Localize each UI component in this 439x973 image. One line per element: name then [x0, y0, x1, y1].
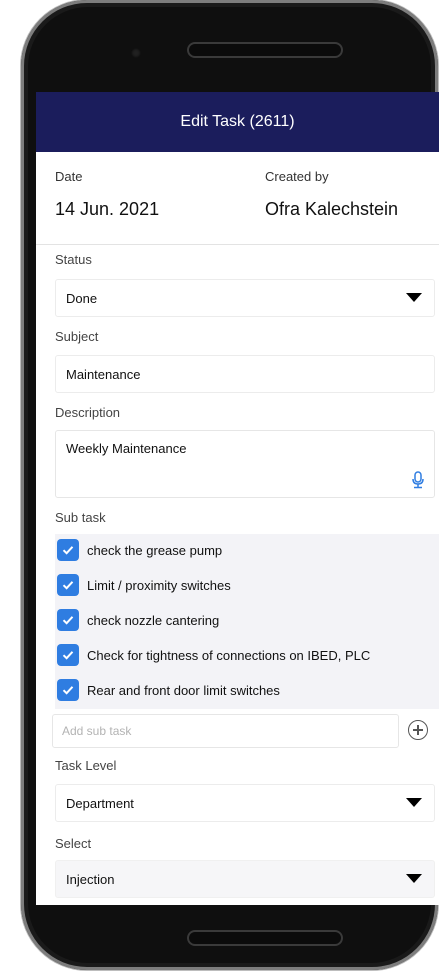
description-value: Weekly Maintenance — [66, 441, 187, 456]
date-value: 14 Jun. 2021 — [55, 199, 160, 219]
status-dropdown[interactable]: Done — [55, 279, 435, 317]
created-by-label: Created by — [265, 169, 329, 184]
caret-down-icon — [406, 798, 422, 807]
checkmark-icon — [62, 581, 74, 590]
description-label: Description — [55, 405, 121, 420]
caret-down-icon — [406, 293, 422, 302]
select-value: Injection — [66, 871, 115, 887]
task-level-dropdown[interactable]: Department — [55, 784, 435, 822]
subtask-item[interactable]: Rear and front door limit switches — [55, 676, 439, 704]
subtask-text: check the grease pump — [87, 542, 223, 558]
page-title: Edit Task (2611) — [180, 113, 295, 130]
checkbox-checked[interactable] — [57, 539, 79, 561]
checkmark-icon — [62, 651, 74, 660]
checkmark-icon — [62, 616, 74, 625]
task-level-value: Department — [66, 795, 134, 811]
subject-input[interactable]: Maintenance — [55, 355, 435, 393]
earpiece-speaker — [187, 42, 343, 58]
add-subtask-input[interactable]: Add sub task — [52, 714, 399, 748]
subtask-label: Sub task — [55, 510, 106, 525]
checkbox-checked[interactable] — [57, 609, 79, 631]
subject-label: Subject — [55, 329, 99, 344]
plus-circle-icon[interactable] — [408, 720, 428, 740]
created-by-value: Ofra Kalechstein — [265, 199, 399, 219]
add-subtask-placeholder: Add sub task — [62, 724, 132, 738]
status-label: Status — [55, 252, 92, 267]
subtask-item[interactable]: check nozzle cantering — [55, 606, 439, 634]
app-screen: Edit Task (2611) Date 14 Jun. 2021 Creat… — [36, 92, 439, 905]
task-level-label: Task Level — [55, 758, 117, 773]
checkmark-icon — [62, 546, 74, 555]
front-camera — [131, 48, 141, 58]
task-info: Date 14 Jun. 2021 Created by Ofra Kalech… — [36, 152, 439, 245]
select-dropdown[interactable]: Injection — [55, 860, 435, 898]
checkbox-checked[interactable] — [57, 644, 79, 666]
bottom-speaker — [187, 930, 343, 946]
select-label: Select — [55, 836, 92, 851]
checkbox-checked[interactable] — [57, 679, 79, 701]
microphone-icon[interactable] — [410, 471, 426, 489]
subject-value: Maintenance — [66, 366, 141, 382]
checkmark-icon — [62, 686, 74, 695]
subtask-text: Rear and front door limit switches — [87, 682, 280, 698]
description-textarea[interactable]: Weekly Maintenance — [55, 430, 435, 498]
subtask-item[interactable]: Check for tightness of connections on IB… — [55, 641, 439, 669]
app-header: Edit Task (2611) — [36, 92, 439, 152]
subtask-text: Check for tightness of connections on IB… — [87, 647, 371, 663]
date-label: Date — [55, 169, 83, 184]
subtask-text: check nozzle cantering — [87, 612, 220, 628]
subtask-list: check the grease pump Limit / proximity … — [55, 534, 439, 709]
checkbox-checked[interactable] — [57, 574, 79, 596]
subtask-text: Limit / proximity switches — [87, 577, 231, 593]
status-value: Done — [66, 290, 98, 306]
subtask-item[interactable]: Limit / proximity switches — [55, 571, 439, 599]
subtask-item[interactable]: check the grease pump — [55, 536, 439, 564]
caret-down-icon — [406, 874, 422, 883]
